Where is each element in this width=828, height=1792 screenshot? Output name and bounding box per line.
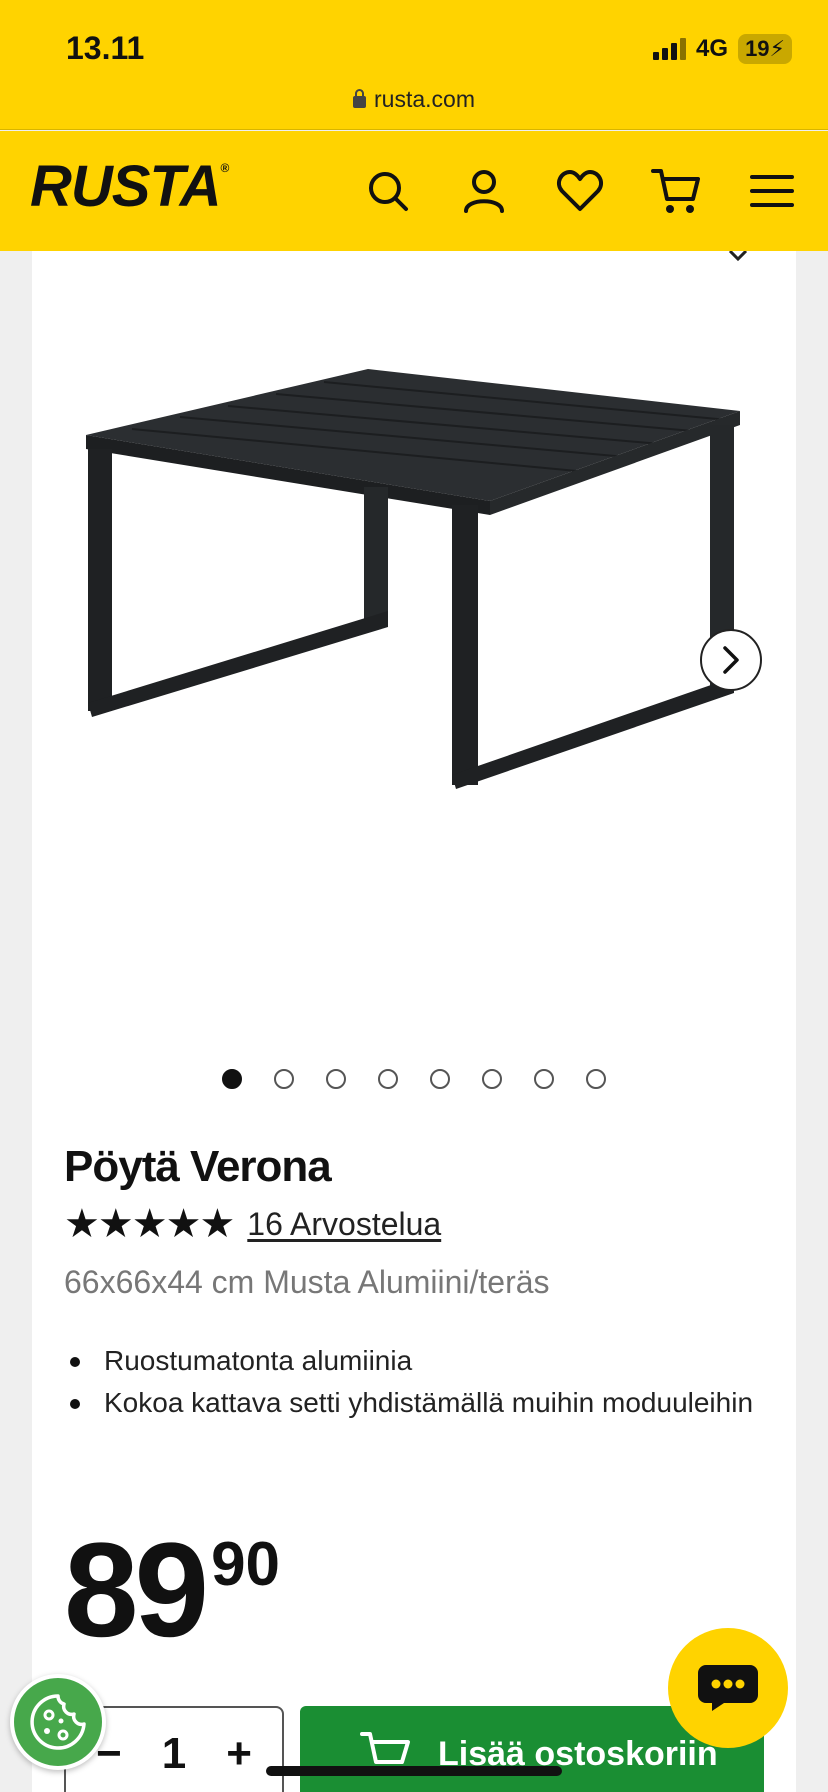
feature-list: Ruostumatonta alumiinia Kokoa kattava se… [64,1340,764,1424]
lock-icon [353,89,366,108]
price-cents: 90 [211,1530,281,1599]
battery-icon: 19⚡ [738,34,792,64]
menu-icon[interactable] [744,163,800,219]
url-text: rusta.com [374,86,475,112]
gallery-pagination [0,1069,828,1089]
gallery-dot[interactable] [534,1069,554,1089]
search-icon[interactable] [360,163,416,219]
cookie-settings-button[interactable] [10,1674,106,1770]
chat-button[interactable] [668,1628,788,1748]
list-item: Kokoa kattava setti yhdistämällä muihin … [64,1382,764,1424]
site-header: RUSTA® [0,131,828,251]
gallery-dot[interactable] [586,1069,606,1089]
system-indicators: 4G 19⚡ [653,34,792,64]
list-item: Ruostumatonta alumiinia [64,1340,764,1382]
gallery-dot[interactable] [274,1069,294,1089]
clock: 13.11 [66,30,145,66]
account-icon[interactable] [456,163,512,219]
network-type: 4G [696,35,729,62]
registered-mark: ® [220,161,229,175]
star-rating: ★★★★★ [64,1202,235,1246]
heart-icon[interactable] [552,163,608,219]
price: 89 90 [64,1524,280,1658]
rusta-logo[interactable]: RUSTA® [30,153,229,220]
reviews-link[interactable]: 16 Arvostelua [247,1206,441,1243]
battery-level: 19 [745,36,770,61]
rating-row: ★★★★★ 16 Arvostelua [64,1203,441,1245]
product-image-gallery[interactable] [32,249,796,1051]
address-bar[interactable]: rusta.com [0,86,828,113]
gallery-dot[interactable] [430,1069,450,1089]
price-main: 89 [64,1516,209,1665]
signal-icon [653,38,687,60]
gallery-dot[interactable] [222,1069,242,1089]
gallery-dot[interactable] [482,1069,502,1089]
increase-button[interactable]: + [226,1729,252,1779]
logo-text: RUSTA [30,154,221,219]
status-bar: 13.11 4G 19⚡ rusta.com [0,0,828,130]
gallery-dot[interactable] [326,1069,346,1089]
product-subtitle: 66x66x44 cm Musta Alumiini/teräs [64,1264,550,1300]
product-image-table [86,249,748,789]
gallery-dot[interactable] [378,1069,398,1089]
next-image-button[interactable] [700,629,762,691]
chat-icon [698,1665,758,1711]
product-title: Pöytä Verona [64,1142,332,1191]
chevron-right-icon [723,646,739,674]
quantity-value[interactable]: 1 [162,1729,186,1779]
home-indicator [266,1766,562,1776]
cart-icon[interactable] [648,163,704,219]
cookie-icon [30,1694,86,1750]
